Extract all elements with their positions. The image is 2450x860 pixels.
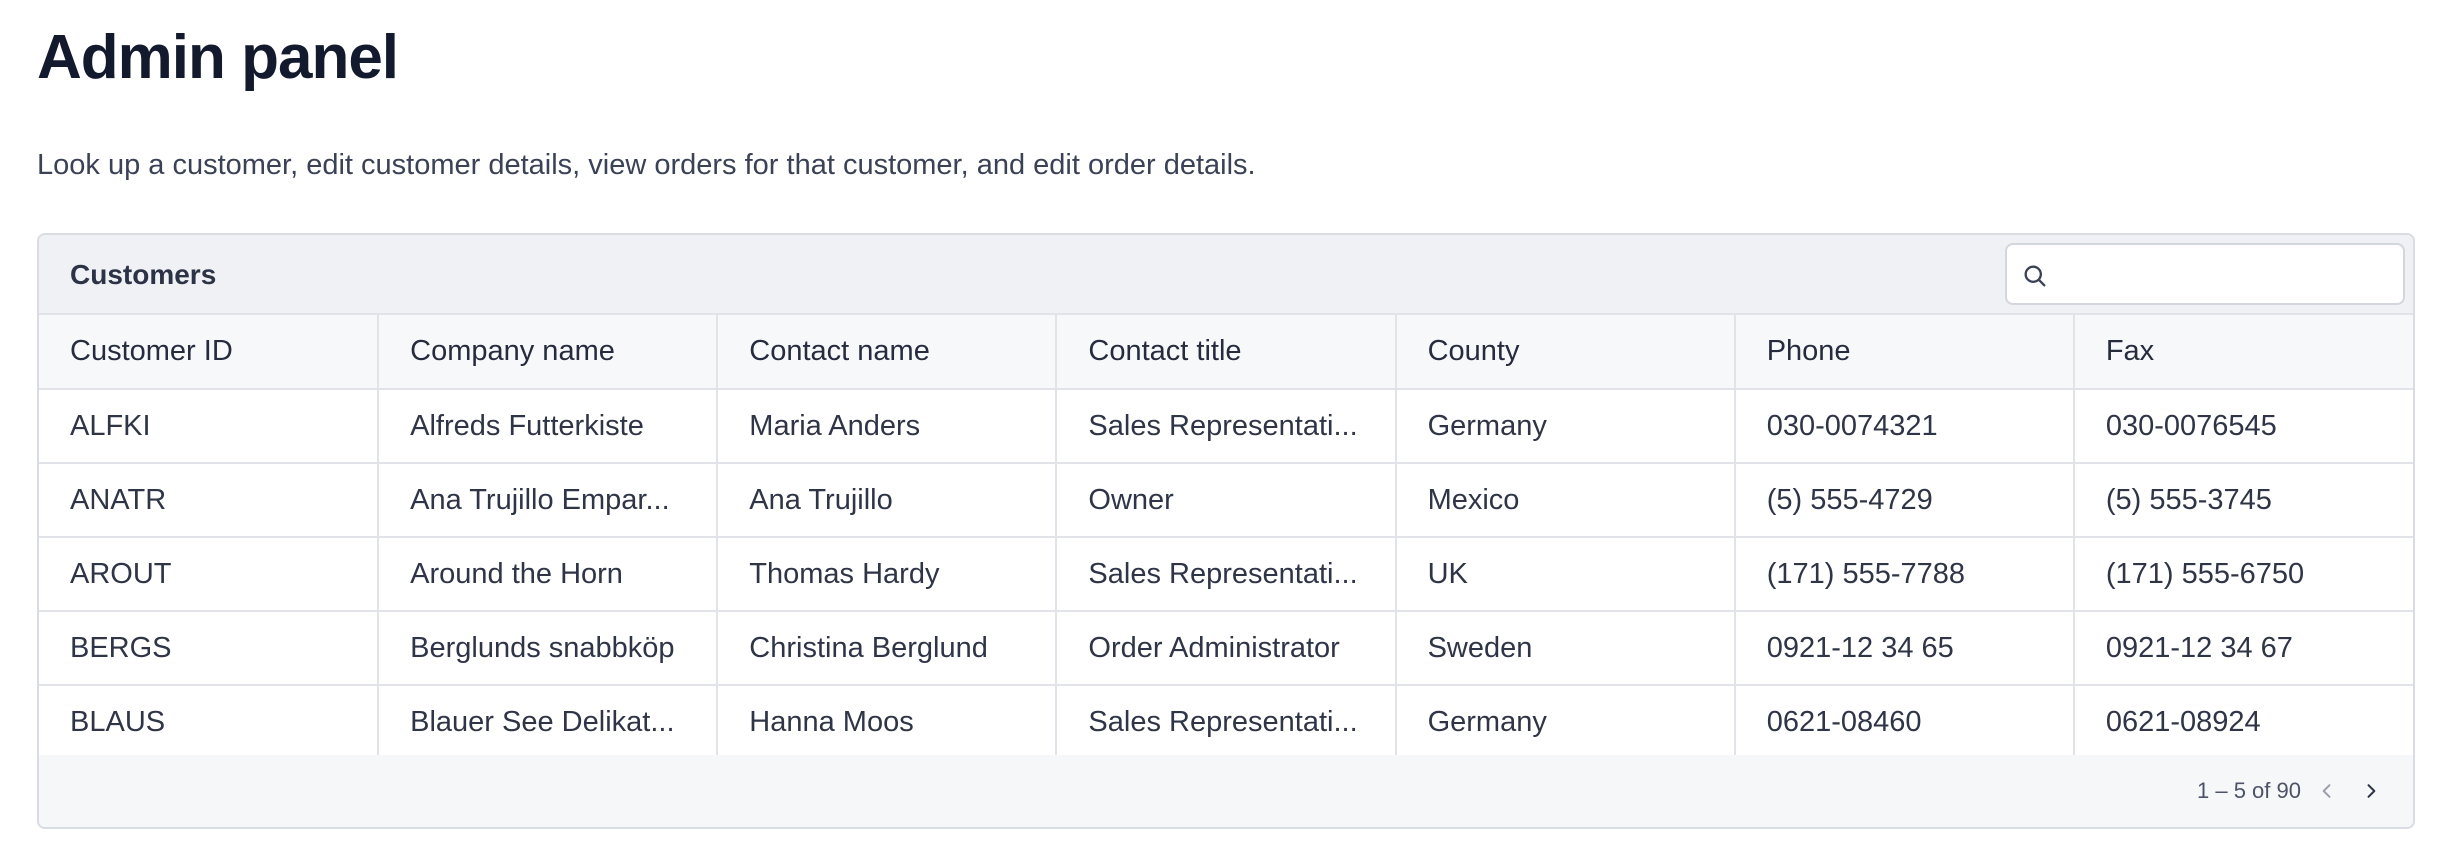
pagination-label: 1 – 5 of 90 [2197, 778, 2301, 803]
table-row[interactable]: BERGS Berglunds snabbköp Christina Bergl… [39, 611, 2413, 686]
card-title: Customers [70, 259, 217, 290]
cell-customer-id[interactable]: BERGS [39, 611, 380, 686]
column-header-phone[interactable]: Phone [1734, 315, 2075, 390]
cell-contact-title[interactable]: Sales Representati... [1056, 537, 1397, 612]
chevron-left-icon [2322, 784, 2331, 798]
column-header-company-name[interactable]: Company name [378, 315, 719, 390]
cell-customer-id[interactable]: BLAUS [39, 685, 380, 760]
cell-county[interactable]: Sweden [1395, 611, 1736, 686]
column-header-contact-title[interactable]: Contact title [1056, 315, 1397, 390]
cell-contact-name[interactable]: Hanna Moos [717, 685, 1058, 760]
cell-fax[interactable]: (171) 555-6750 [2073, 537, 2413, 612]
search-icon [2024, 265, 2046, 287]
cell-county[interactable]: Mexico [1395, 463, 1736, 538]
cell-contact-title[interactable]: Sales Representati... [1056, 685, 1397, 760]
cell-phone[interactable]: 0921-12 34 65 [1734, 611, 2075, 686]
cell-phone[interactable]: (171) 555-7788 [1734, 537, 2075, 612]
search-input[interactable] [2061, 253, 2391, 297]
column-header-contact-name[interactable]: Contact name [717, 315, 1058, 390]
table-row[interactable]: AROUT Around the Horn Thomas Hardy Sales… [39, 537, 2413, 612]
cell-county[interactable]: UK [1395, 537, 1736, 612]
previous-page-button[interactable] [2309, 773, 2345, 809]
table-row[interactable]: BLAUS Blauer See Delikat... Hanna Moos S… [39, 685, 2413, 760]
table-header-row: Customer ID Company name Contact name Co… [39, 315, 2413, 390]
cell-county[interactable]: Germany [1395, 389, 1736, 464]
cell-county[interactable]: Germany [1395, 685, 1736, 760]
page-title: Admin panel [37, 23, 399, 92]
cell-fax[interactable]: 030-0076545 [2073, 389, 2413, 464]
cell-phone[interactable]: 0621-08460 [1734, 685, 2075, 760]
cell-fax[interactable]: 0621-08924 [2073, 685, 2413, 760]
cell-company-name[interactable]: Berglunds snabbköp [378, 611, 719, 686]
column-header-customer-id[interactable]: Customer ID [39, 315, 380, 390]
cell-phone[interactable]: 030-0074321 [1734, 389, 2075, 464]
cell-customer-id[interactable]: ANATR [39, 463, 380, 538]
cell-contact-title[interactable]: Order Administrator [1056, 611, 1397, 686]
cell-customer-id[interactable]: AROUT [39, 537, 380, 612]
cell-phone[interactable]: (5) 555-4729 [1734, 463, 2075, 538]
page-description: Look up a customer, edit customer detail… [37, 149, 1256, 181]
cell-contact-title[interactable]: Sales Representati... [1056, 389, 1397, 464]
card-header: Customers [39, 235, 2413, 315]
table-row[interactable]: ANATR Ana Trujillo Empar... Ana Trujillo… [39, 463, 2413, 538]
admin-page: Admin panel Look up a customer, edit cus… [0, 0, 2450, 860]
cell-fax[interactable]: (5) 555-3745 [2073, 463, 2413, 538]
table-footer: 1 – 5 of 90 [39, 755, 2413, 827]
cell-contact-name[interactable]: Christina Berglund [717, 611, 1058, 686]
cell-company-name[interactable]: Blauer See Delikat... [378, 685, 719, 760]
cell-contact-name[interactable]: Thomas Hardy [717, 537, 1058, 612]
cell-contact-title[interactable]: Owner [1056, 463, 1397, 538]
cell-fax[interactable]: 0921-12 34 67 [2073, 611, 2413, 686]
cell-company-name[interactable]: Ana Trujillo Empar... [378, 463, 719, 538]
customers-table: Customer ID Company name Contact name Co… [39, 315, 2413, 760]
next-page-button[interactable] [2353, 773, 2389, 809]
cell-contact-name[interactable]: Maria Anders [717, 389, 1058, 464]
chevron-right-icon [2367, 784, 2376, 798]
column-header-county[interactable]: County [1395, 315, 1736, 390]
cell-contact-name[interactable]: Ana Trujillo [717, 463, 1058, 538]
cell-company-name[interactable]: Alfreds Futterkiste [378, 389, 719, 464]
table-row[interactable]: ALFKI Alfreds Futterkiste Maria Anders S… [39, 389, 2413, 464]
search-box[interactable] [2005, 243, 2405, 305]
cell-customer-id[interactable]: ALFKI [39, 389, 380, 464]
customers-table-card: Customers Customer ID Company name Conta… [37, 233, 2415, 829]
cell-company-name[interactable]: Around the Horn [378, 537, 719, 612]
column-header-fax[interactable]: Fax [2073, 315, 2413, 390]
